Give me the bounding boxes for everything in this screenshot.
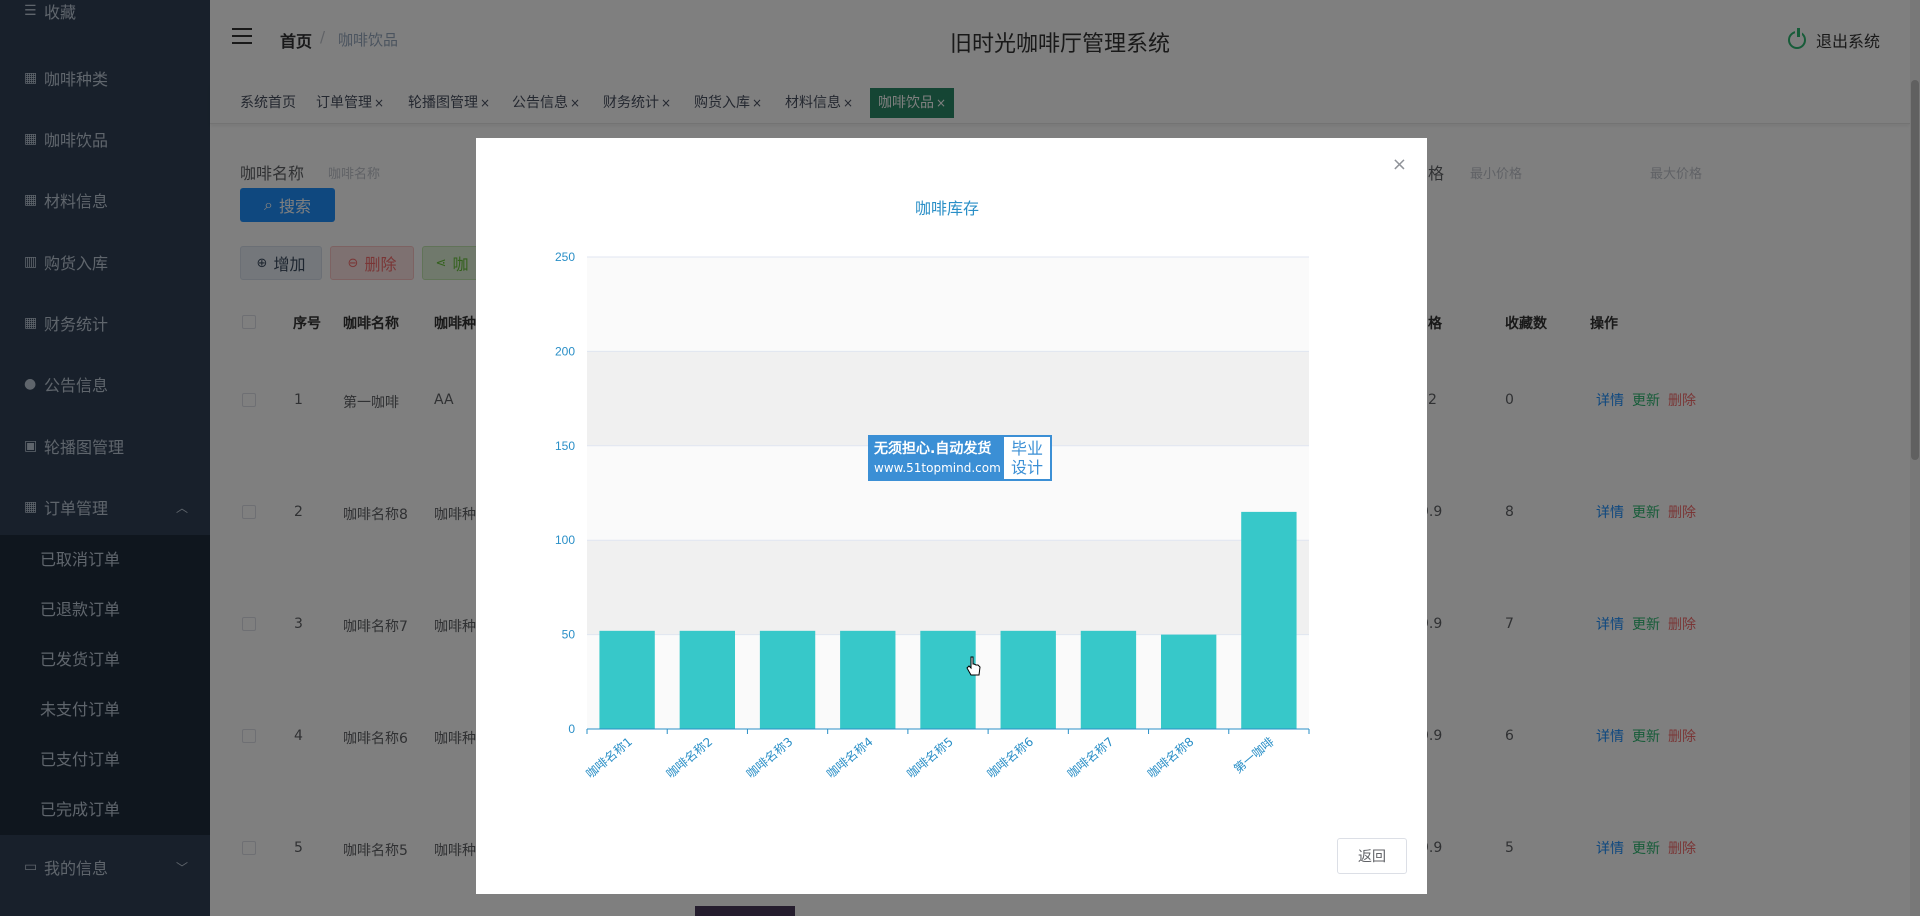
y-tick-label: 100	[555, 533, 575, 547]
chart-bar	[840, 630, 896, 729]
x-tick-label: 咖啡名称7	[1064, 734, 1116, 781]
x-tick-label: 咖啡名称6	[984, 734, 1036, 781]
chart-bar	[1000, 630, 1056, 729]
y-tick-label: 150	[555, 439, 575, 453]
split-area	[587, 257, 1309, 352]
chart-bar	[679, 630, 736, 729]
x-tick-label: 咖啡名称8	[1144, 734, 1196, 781]
chart-title: 咖啡库存	[915, 199, 979, 218]
chart-bar	[1160, 634, 1217, 729]
split-area	[587, 351, 1309, 446]
y-tick-label: 50	[562, 628, 576, 642]
x-tick-label: 咖啡名称5	[904, 734, 956, 781]
x-tick-label: 咖啡名称4	[823, 734, 875, 781]
chart-bar	[599, 630, 655, 729]
chart-bar	[1080, 630, 1137, 729]
y-tick-label: 0	[568, 722, 575, 736]
chart-bar	[759, 630, 816, 729]
chart-bar	[920, 630, 976, 729]
mouse-cursor-icon	[966, 656, 981, 676]
x-tick-label: 咖啡名称2	[663, 734, 715, 781]
x-tick-label: 咖啡名称1	[583, 734, 635, 781]
x-tick-label: 咖啡名称3	[743, 734, 795, 781]
y-tick-label: 200	[555, 344, 575, 358]
chart-dialog: × 0 50 100 150 200 250 咖啡库存 咖啡名称1 咖啡名称2 咖啡名称3 咖啡名称…	[476, 138, 1427, 894]
back-button[interactable]: 返回	[1337, 838, 1407, 874]
y-tick-label: 250	[555, 250, 575, 264]
watermark-logo: 无须担心.自动发货 www.51topmind.com 毕业 设计	[868, 435, 1052, 481]
chart-bar	[1241, 511, 1297, 729]
x-tick-label: 第一咖啡	[1230, 734, 1276, 776]
stock-bar-chart: 0 50 100 150 200 250 咖啡库存咖啡名称1 咖啡名称2 咖啡名称3 咖啡名称4 咖…	[555, 199, 1310, 781]
split-area	[587, 540, 1309, 635]
